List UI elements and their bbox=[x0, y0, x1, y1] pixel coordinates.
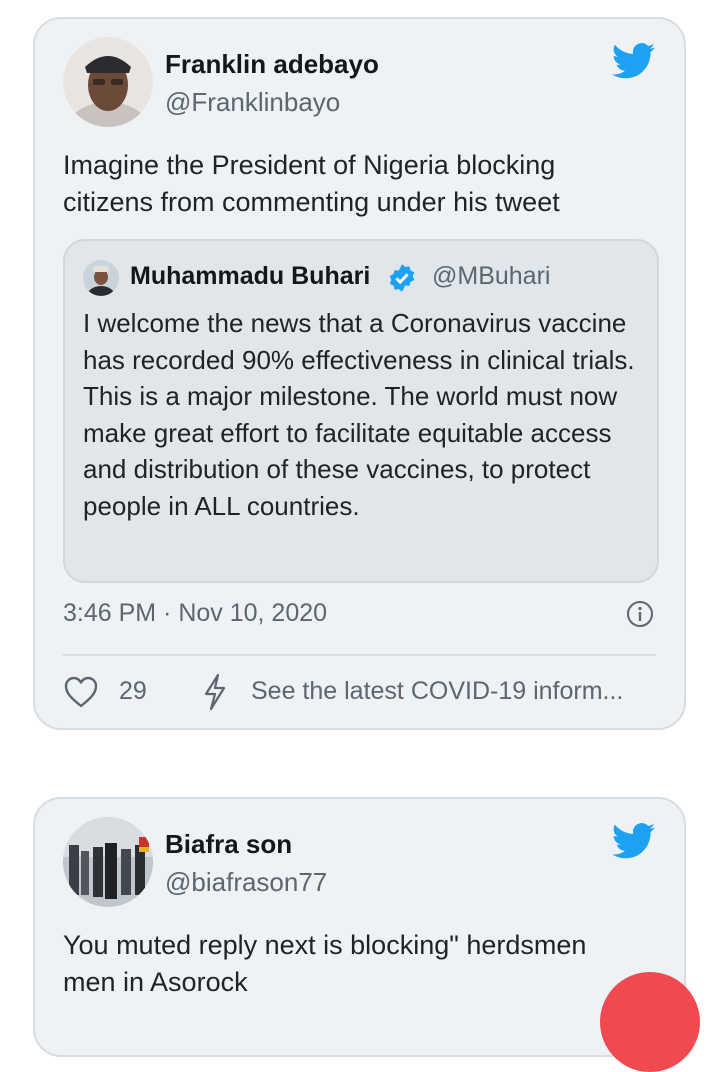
tweet-text: You muted reply next is blocking" herdsm… bbox=[63, 930, 587, 997]
verified-badge-icon bbox=[389, 264, 415, 292]
info-icon[interactable] bbox=[626, 600, 654, 628]
author-name[interactable]: Biafra son bbox=[165, 829, 292, 860]
quoted-author-name[interactable]: Muhammadu Buhari bbox=[130, 262, 370, 291]
avatar[interactable] bbox=[63, 37, 153, 127]
quoted-author-handle[interactable]: @MBuhari bbox=[432, 262, 550, 291]
author-name[interactable]: Franklin adebayo bbox=[165, 49, 379, 80]
quoted-avatar[interactable] bbox=[83, 260, 119, 296]
like-count[interactable]: 29 bbox=[119, 677, 147, 706]
tweet-card[interactable]: Biafra son @biafrason77 You muted reply … bbox=[33, 797, 686, 1057]
tweet-card[interactable]: Franklin adebayo @Franklinbayo Imagine t… bbox=[33, 17, 686, 730]
author-handle[interactable]: @Franklinbayo bbox=[165, 87, 340, 118]
quoted-tweet-text: I welcome the news that a Coronavirus va… bbox=[83, 308, 635, 521]
quoted-tweet[interactable]: Muhammadu Buhari @MBuhari I welcome the … bbox=[63, 239, 659, 583]
heart-icon[interactable] bbox=[63, 675, 99, 709]
author-handle[interactable]: @biafrason77 bbox=[165, 867, 327, 898]
tweet-text: Imagine the President of Nigeria blockin… bbox=[63, 150, 560, 217]
lightning-bolt-icon[interactable] bbox=[201, 673, 229, 711]
avatar[interactable] bbox=[63, 817, 153, 907]
floating-action-button[interactable] bbox=[600, 972, 700, 1072]
divider bbox=[63, 654, 656, 656]
twitter-bird-icon[interactable] bbox=[612, 823, 656, 859]
covid-info-link[interactable]: See the latest COVID-19 inform... bbox=[251, 677, 661, 706]
twitter-bird-icon[interactable] bbox=[612, 43, 656, 79]
timestamp[interactable]: 3:46 PM · Nov 10, 2020 bbox=[63, 599, 327, 628]
